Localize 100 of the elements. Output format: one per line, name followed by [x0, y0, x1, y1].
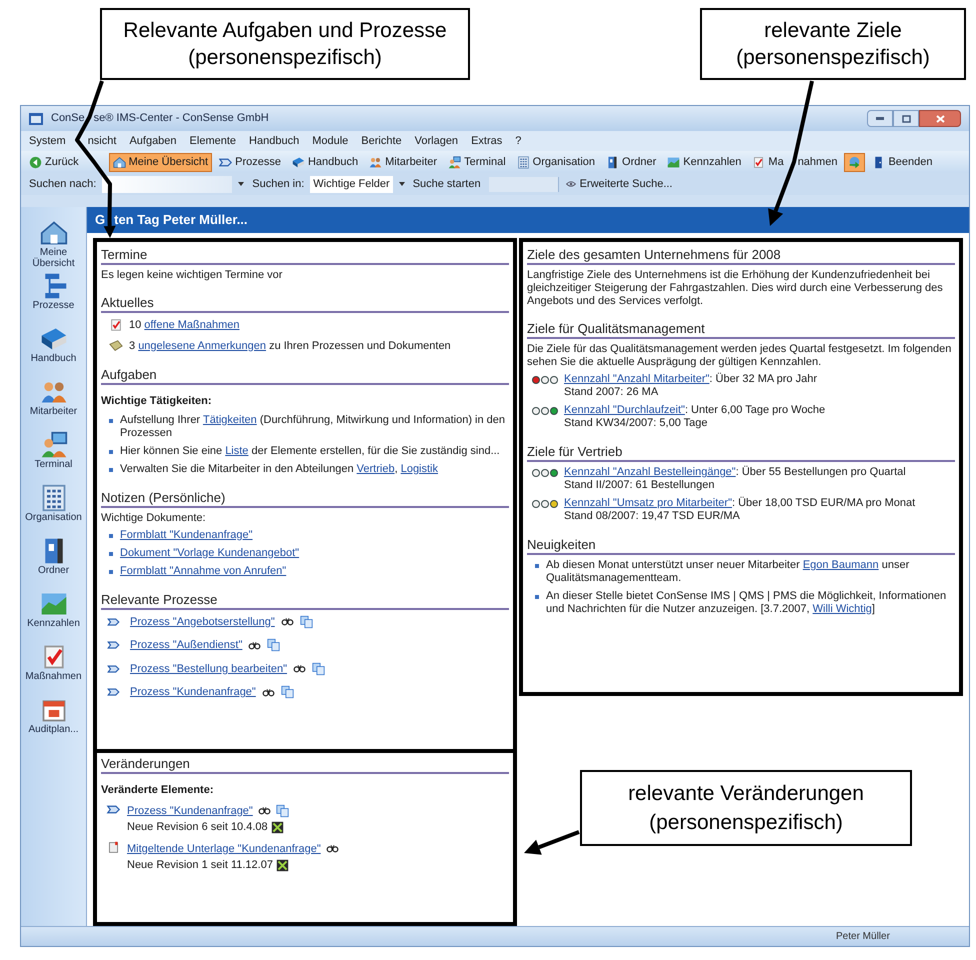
revision-text: Neue Revision 6 seit 10.4.08	[127, 820, 268, 835]
window-title: ConSe	[51, 111, 85, 126]
section-heading: Termine	[101, 246, 509, 265]
revision-text: Neue Revision 1 seit 11.12.07	[127, 858, 273, 873]
book-icon	[292, 156, 305, 168]
section-heading: Ziele für Qualitätsmanagement	[527, 320, 955, 339]
toolbar-button[interactable]: Ma nahmen	[748, 152, 842, 172]
sidebar-item[interactable]: Terminal	[22, 431, 86, 480]
search-button[interactable]: Suche starten	[410, 176, 483, 192]
section-heading: Ziele des gesamten Unternehmens für 2008	[527, 246, 955, 265]
binder-icon	[606, 156, 620, 168]
toolbar-button[interactable]: Kennzahlen	[663, 152, 746, 172]
link[interactable]: Mitgeltende Unterlage "Kundenanfrage"	[127, 840, 321, 857]
kpi-status-text: Stand II/2007: 61 Bestellungen	[564, 479, 716, 492]
bullet-icon	[109, 418, 113, 422]
search-field[interactable]	[102, 176, 232, 192]
link[interactable]: offene Maßnahmen	[144, 319, 240, 331]
menu-item[interactable]: Module	[312, 132, 348, 150]
link[interactable]: Vertrieb	[356, 462, 395, 474]
sidebar-item[interactable]: Maßnahmen	[22, 643, 86, 692]
section-heading: Relevante Prozesse	[101, 590, 509, 610]
body-text: Langfristige Ziele des Unternehmens ist die Erhöhung der Kundenzufriedenheit bei gleichzeitiger Steigerung der Fahrgastzahlen. Dies wird durch eine Verbesserung des Angebots und des Services verfolgt.	[527, 269, 944, 308]
menu-item[interactable]: System	[29, 132, 66, 150]
sidebar-item[interactable]: Kennzahlen	[22, 590, 86, 639]
menu-item[interactable]: Aufgaben	[129, 132, 177, 150]
menu-item[interactable]: Extras	[471, 132, 502, 150]
scope-dropdown[interactable]: Wichtige Felder	[310, 176, 393, 192]
grid-icon	[516, 156, 530, 168]
process-arrow-icon	[106, 639, 121, 652]
bullet-icon	[109, 534, 113, 538]
traffic-light	[532, 469, 558, 477]
link[interactable]: Kennzahl "Durchlaufzeit"	[564, 404, 685, 416]
kpi-status-text: Stand 08/2007: 19,47 TSD EUR/MA	[564, 510, 741, 523]
bullet-text: An dieser Stelle bietet ConSense IMS | QMS | PMS die Möglichkeit, Informationen und Nachrichten für die Nutzer anzuzeigen. [3.7.2007, Willi Wichtig]	[546, 590, 948, 616]
section-heading: Aktuelles	[101, 294, 509, 313]
toolbar-button[interactable]: Handbuch	[288, 152, 362, 172]
link[interactable]: Prozess "Kundenanfrage"	[130, 686, 256, 698]
minimize-icon	[876, 117, 884, 120]
menu-item[interactable]: ?	[515, 132, 522, 150]
link[interactable]: Prozess "Außendienst"	[130, 639, 242, 651]
toolbar-button[interactable]	[844, 152, 866, 172]
copy-icon	[267, 638, 280, 652]
toolbar-button[interactable]: Beenden	[868, 152, 936, 172]
toolbar-button[interactable]: Ordner	[602, 152, 660, 172]
link[interactable]: Prozess "Angebotserstellung"	[130, 616, 275, 628]
callout-text: relevante Veränderungen (personenspezifisch)	[628, 781, 864, 836]
caret-icon	[398, 182, 405, 186]
menu-item[interactable]: Handbuch	[249, 132, 300, 150]
link[interactable]: Egon Baumann	[802, 559, 879, 571]
bullet-text: Verwalten Sie die Mitarbeiter in den Abteilungen Vertrieb, Logistik	[120, 462, 438, 476]
toolbar-button[interactable]: Meine Übersicht	[108, 152, 212, 172]
bullet-text: Hier können Sie eine Liste der Elemente erstellen, für die Sie zuständig sind...	[120, 444, 500, 458]
glasses-icon	[292, 662, 308, 676]
link[interactable]: Logistik	[400, 462, 438, 474]
advanced-search-button[interactable]: Erweiterte Suche...	[564, 176, 672, 192]
link[interactable]: Prozess "Bestellung bearbeiten"	[130, 662, 288, 674]
note-icon	[109, 338, 123, 353]
toolbar-button[interactable]: Prozesse	[215, 152, 285, 172]
body-text: Die Ziele für das Qualitätsmanagement werden jedes Quartal festgesetzt. Im folgenden sehen Sie die aktuelle Ausprägung der gültigen Kennzahlen.	[527, 343, 952, 369]
sidebar-item[interactable]: Ordner	[22, 537, 86, 586]
sidebar-item[interactable]: Mitarbeiter	[22, 378, 86, 427]
eye-icon	[564, 179, 577, 189]
link[interactable]: Kennzahl "Anzahl Bestelleingänge"	[564, 466, 736, 478]
toolbar-button[interactable]: Zurück	[25, 152, 83, 172]
link[interactable]: Tätigkeiten	[202, 414, 257, 426]
link[interactable]: Willi Wichtig	[812, 603, 872, 615]
section-heading: Ziele für Vertrieb	[527, 443, 955, 462]
toolbar-button[interactable]: Mitarbeiter	[365, 152, 442, 172]
sidebar-item[interactable]: Prozesse	[22, 272, 86, 321]
toolbar-button[interactable]: Terminal	[444, 152, 510, 172]
people-icon	[369, 156, 382, 168]
body-text: Wichtige Dokumente:	[101, 512, 207, 524]
bullet-icon	[109, 468, 113, 472]
close-button[interactable]	[919, 110, 961, 127]
sidebar-item[interactable]: Meine Übersicht	[22, 219, 86, 268]
menu-item[interactable]: Berichte	[361, 132, 402, 150]
link[interactable]: Kennzahl "Umsatz pro Mitarbeiter"	[564, 497, 732, 509]
menu-item[interactable]: Vorlagen	[414, 132, 458, 150]
link[interactable]: Kennzahl "Anzahl Mitarbeiter"	[564, 373, 710, 385]
maximize-button[interactable]	[893, 110, 919, 127]
link[interactable]: Formblatt "Kundenanfrage"	[120, 528, 253, 540]
link[interactable]: Formblatt "Annahme von Anrufen"	[120, 564, 286, 576]
subheading: Wichtige Tätigkeiten:	[101, 394, 213, 409]
sidebar-item[interactable]: Auditplan...	[22, 696, 86, 745]
menu-item[interactable]: nsicht	[88, 132, 116, 150]
process-arrow-icon	[106, 802, 121, 816]
sidebar-item[interactable]: Handbuch	[22, 325, 86, 374]
menu-item[interactable]: Elemente	[190, 132, 236, 150]
link[interactable]: Liste	[225, 444, 248, 456]
sidebar-item[interactable]: Organisation	[22, 484, 86, 533]
toolbar-button[interactable]: Organisation	[512, 152, 600, 172]
link[interactable]: Dokument "Vorlage Kundenangebot"	[120, 546, 300, 558]
section-heading: Neuigkeiten	[527, 536, 955, 555]
link[interactable]: Prozess "Kundenanfrage"	[127, 802, 253, 819]
kpi-text: Kennzahl "Durchlaufzeit": Unter 6,00 Tage pro Woche	[564, 404, 826, 417]
link[interactable]: ungelesene Anmerkungen	[138, 340, 266, 352]
window-icon	[29, 112, 43, 124]
minimize-button[interactable]	[867, 110, 893, 127]
traffic-light	[532, 500, 558, 508]
maximize-icon	[902, 114, 910, 122]
